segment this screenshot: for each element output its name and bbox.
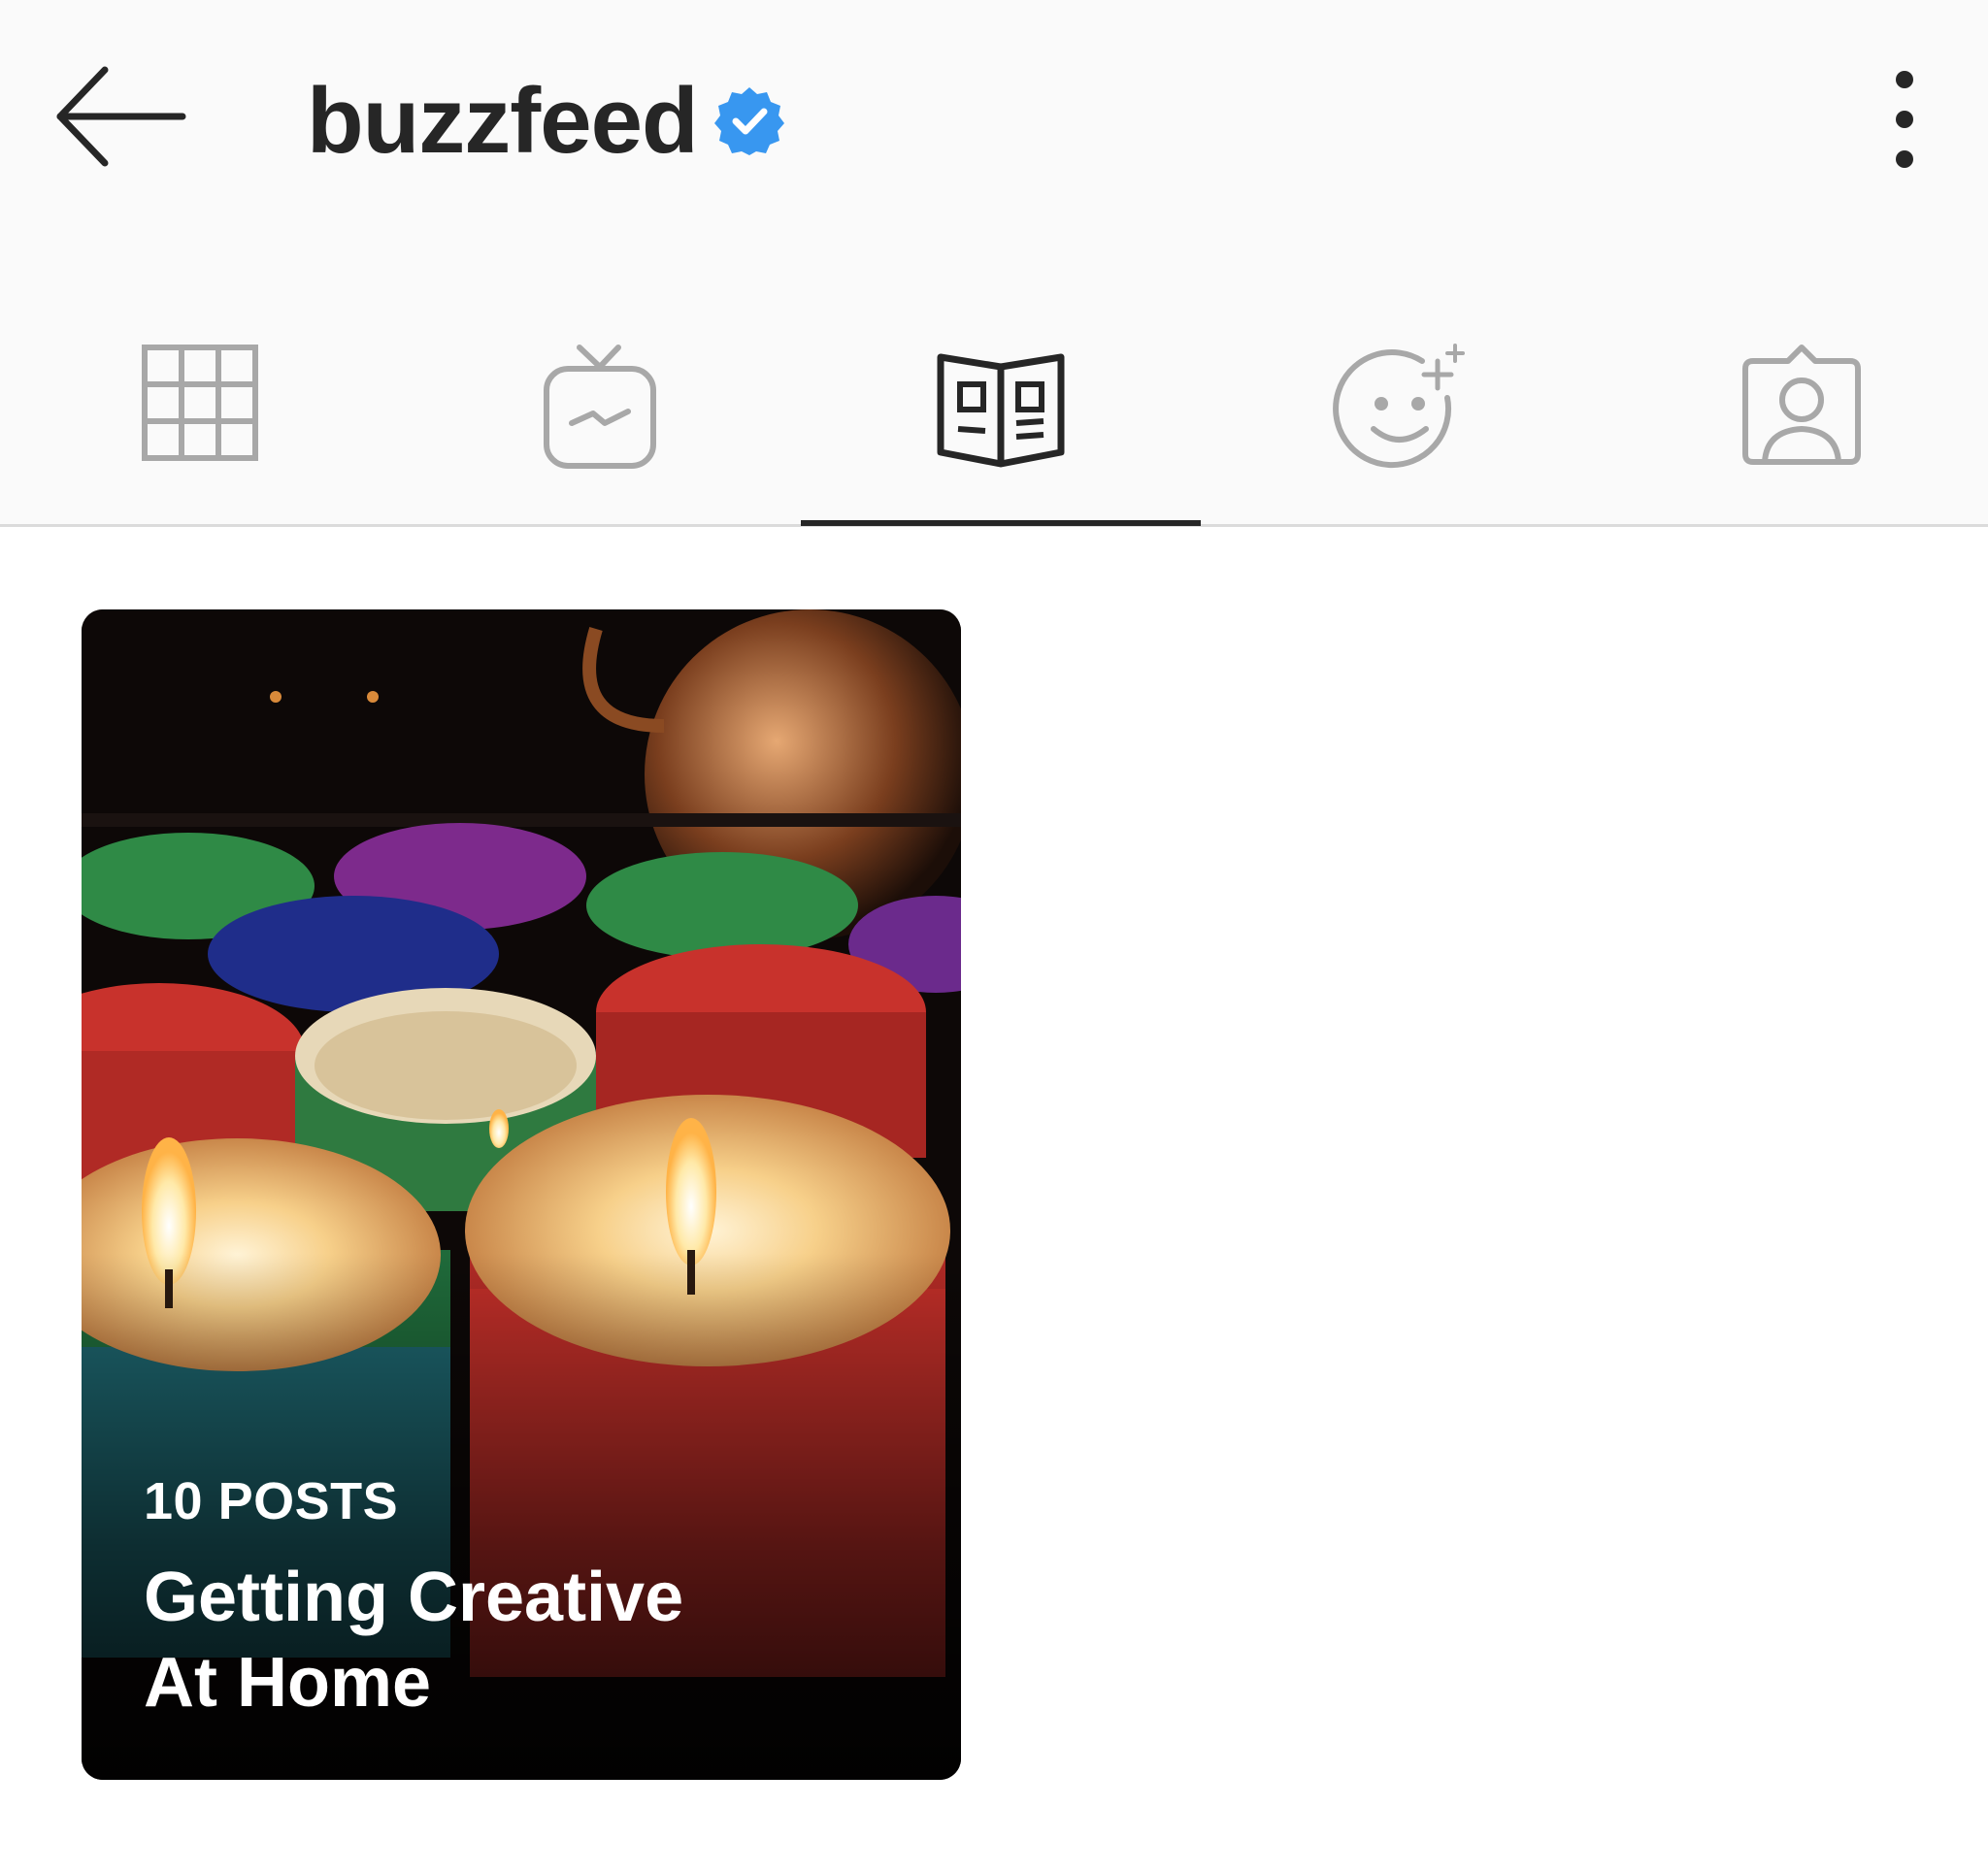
profile-header: buzzfeed — [0, 0, 1988, 527]
tab-tagged[interactable] — [1602, 320, 1988, 524]
grid-icon — [142, 345, 258, 461]
tagged-person-icon — [1742, 345, 1861, 465]
guide-title-line-1: Getting Creative — [144, 1559, 684, 1636]
igtv-icon — [544, 345, 656, 469]
guide-book-icon — [937, 353, 1065, 468]
verified-badge-icon — [714, 85, 784, 155]
tab-effects[interactable] — [1201, 320, 1601, 524]
tab-guides[interactable] — [801, 320, 1201, 524]
guide-post-count: 10 POSTS — [144, 1472, 399, 1530]
guide-title: Getting Creative At Home — [144, 1555, 901, 1725]
guide-card[interactable]: 10 POSTS Getting Creative At Home — [82, 609, 961, 1780]
profile-tabs — [0, 320, 1988, 527]
guide-title-line-2: At Home — [144, 1644, 432, 1722]
more-options-button[interactable] — [1883, 66, 1926, 173]
active-tab-indicator — [801, 520, 1201, 526]
profile-username: buzzfeed — [307, 69, 699, 173]
tab-igtv[interactable] — [400, 320, 800, 524]
effects-face-icon — [1333, 344, 1465, 469]
more-vertical-icon — [1896, 71, 1913, 168]
tab-posts[interactable] — [0, 320, 400, 524]
back-button[interactable] — [50, 56, 196, 182]
arrow-left-icon — [56, 66, 186, 167]
